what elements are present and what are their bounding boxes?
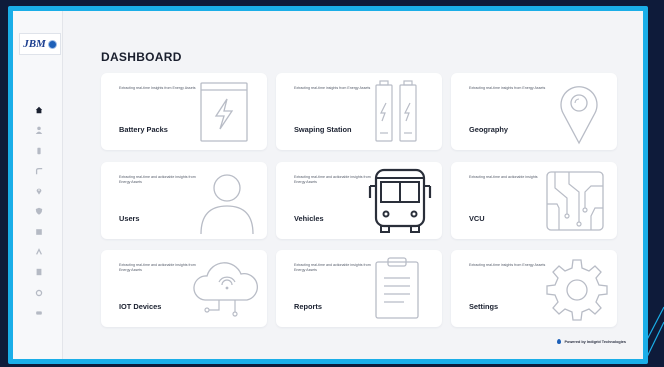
- sidebar-item-battery[interactable]: [32, 145, 46, 157]
- shield-icon: [35, 208, 43, 216]
- card-title: Geography: [469, 125, 509, 134]
- card-reports[interactable]: Extracting real-time and actionable insi…: [276, 250, 442, 327]
- route-icon: [35, 167, 43, 175]
- card-title: VCU: [469, 214, 485, 223]
- card-vehicles[interactable]: Extracting real-time and actionable insi…: [276, 162, 442, 239]
- footer-text: Powered by Indigrid Technologies: [564, 339, 626, 344]
- circuit-icon: [539, 168, 609, 234]
- battery-pack-icon: [189, 79, 259, 145]
- sidebar-item-home[interactable]: [32, 104, 46, 116]
- location-pin-icon: [36, 188, 42, 195]
- logo-mark-icon: [47, 39, 57, 49]
- home-icon: [35, 106, 43, 114]
- sidebar-item-user[interactable]: [32, 124, 46, 136]
- sidebar-item-document[interactable]: [32, 266, 46, 278]
- card-title: Vehicles: [294, 214, 324, 223]
- sidebar-item-shield[interactable]: [32, 205, 46, 217]
- bars-icon: [36, 248, 42, 255]
- grid-icon: [36, 228, 42, 235]
- battery-icon: [37, 147, 41, 154]
- sidebar-item-location[interactable]: [32, 185, 46, 197]
- card-geography[interactable]: Extracting real-time insights from Energ…: [451, 73, 617, 150]
- sidebar-nav: [32, 104, 46, 327]
- card-title: Settings: [469, 302, 499, 311]
- water-drop-icon: [557, 339, 562, 344]
- document-icon: [36, 269, 42, 276]
- card-title: Swaping Station: [294, 125, 352, 134]
- gear-icon: [35, 289, 43, 296]
- card-iot-devices[interactable]: Extracting real-time and actionable insi…: [101, 250, 267, 327]
- bus-icon: [364, 168, 434, 234]
- gear-icon: [539, 256, 609, 322]
- cloud-iot-icon: [189, 256, 259, 322]
- map-pin-icon: [539, 79, 609, 145]
- card-users[interactable]: Extracting real-time and actionable insi…: [101, 162, 267, 239]
- card-settings[interactable]: Extracting real-time insights from Energ…: [451, 250, 617, 327]
- logo[interactable]: JBM: [19, 33, 61, 55]
- logo-text: JBM: [23, 38, 46, 50]
- user-icon: [189, 168, 259, 235]
- card-title: IOT Devices: [119, 302, 162, 311]
- sidebar-item-route[interactable]: [32, 165, 46, 177]
- sidebar-item-bars[interactable]: [32, 246, 46, 258]
- sidebar-item-logout[interactable]: [32, 307, 46, 319]
- logout-icon: [36, 311, 42, 315]
- user-icon: [35, 126, 43, 135]
- card-vcu[interactable]: Extracting real-time and actionable insi…: [451, 162, 617, 239]
- page-title: DASHBOARD: [101, 50, 182, 64]
- main-content: DASHBOARD Extracting real-time Insights …: [63, 11, 643, 359]
- card-battery-packs[interactable]: Extracting real-time Insights from Energ…: [101, 73, 267, 150]
- footer-credit: Powered by Indigrid Technologies: [557, 339, 626, 344]
- swapping-station-icon: [364, 79, 434, 145]
- sidebar: JBM: [13, 11, 63, 359]
- clipboard-icon: [364, 256, 434, 322]
- card-title: Battery Packs: [119, 125, 168, 134]
- card-swaping-station[interactable]: Extracting real-time insights from Energ…: [276, 73, 442, 150]
- sidebar-item-grid[interactable]: [32, 226, 46, 238]
- sidebar-item-settings[interactable]: [32, 287, 46, 299]
- card-title: Reports: [294, 302, 322, 311]
- card-title: Users: [119, 214, 140, 223]
